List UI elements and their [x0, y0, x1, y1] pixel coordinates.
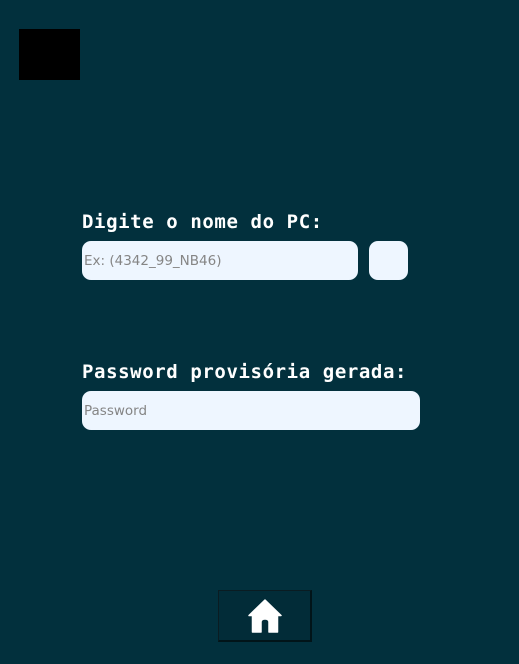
home-icon	[247, 598, 282, 633]
password-label: Password provisória gerada:	[82, 361, 408, 383]
generate-password-button[interactable]	[369, 241, 408, 280]
logo-placeholder	[19, 29, 80, 80]
home-button[interactable]	[218, 590, 312, 642]
pc-name-input[interactable]	[82, 241, 358, 280]
password-field[interactable]	[82, 391, 420, 430]
pc-name-label: Digite o nome do PC:	[82, 211, 323, 233]
